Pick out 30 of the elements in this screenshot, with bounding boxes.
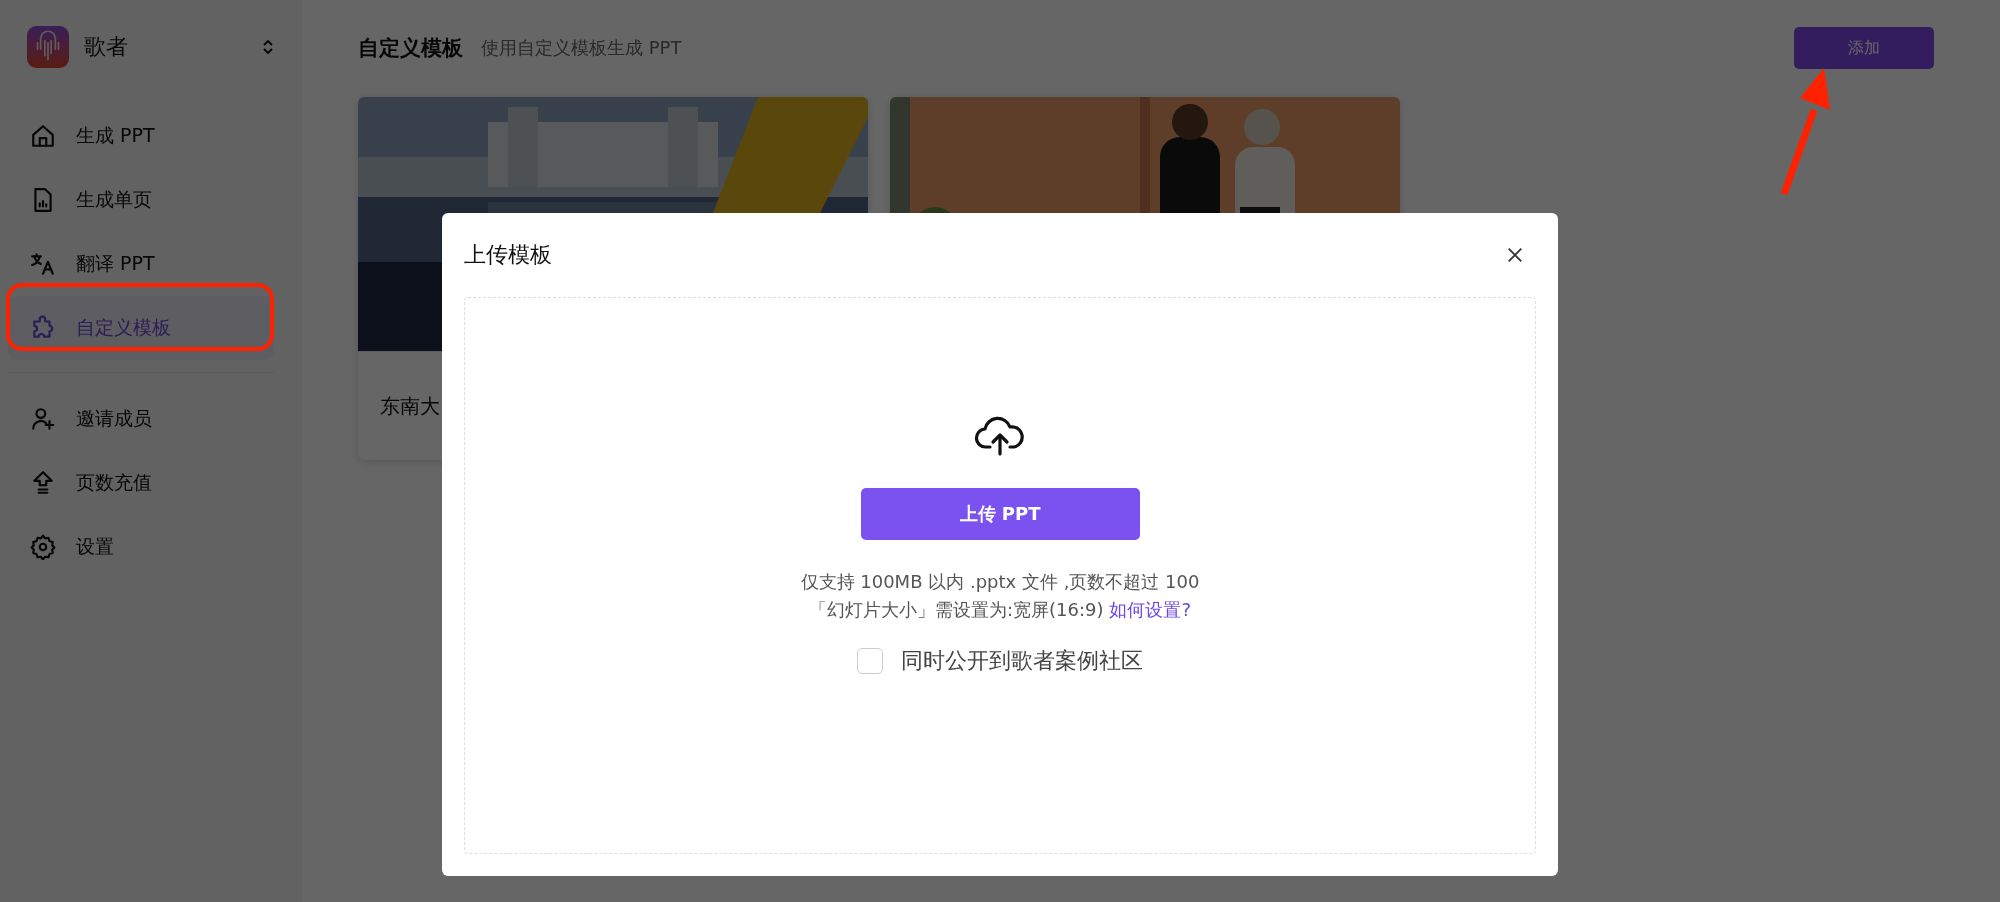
home-icon	[30, 123, 56, 149]
limit-note: 仅支持 100MB 以内 .pptx 文件 ,页数不超过 100	[800, 570, 1200, 594]
workspace-name: 歌者	[84, 33, 129, 61]
page-title: 自定义模板	[358, 35, 463, 62]
settings-icon	[30, 534, 56, 560]
close-icon[interactable]	[1506, 246, 1524, 264]
chevron-updown-icon[interactable]	[262, 38, 274, 56]
nav-item[interactable]: 翻译 PPT	[8, 232, 274, 296]
cloud-upload-icon	[974, 416, 1026, 456]
nav-item[interactable]: 生成 PPT	[8, 104, 274, 168]
nav-item[interactable]: 设置	[8, 515, 274, 579]
checkbox[interactable]	[857, 648, 883, 674]
dialog-title: 上传模板	[464, 241, 552, 269]
nav-item[interactable]: 生成单页	[8, 168, 274, 232]
page-subtitle: 使用自定义模板生成 PPT	[481, 36, 683, 60]
checkbox-label: 同时公开到歌者案例社区	[901, 647, 1143, 675]
nav-item[interactable]: 页数充值	[8, 451, 274, 515]
upload-arrow-icon	[30, 470, 56, 496]
nav-item[interactable]: 自定义模板	[8, 296, 274, 360]
drop-zone[interactable]: 上传 PPT 仅支持 100MB 以内 .pptx 文件 ,页数不超过 100 「幻灯片大小」需设置为:宽屏(16:9) 如何设置? 同时公开到歌者案例社区	[464, 297, 1536, 854]
add-user-icon	[30, 406, 56, 432]
puzzle-icon	[30, 315, 56, 341]
translate-icon	[30, 251, 56, 277]
help-link[interactable]: 如何设置?	[1109, 598, 1192, 622]
upload-button[interactable]: 上传 PPT	[860, 488, 1140, 540]
size-note: 「幻灯片大小」需设置为:宽屏(16:9)	[808, 598, 1104, 622]
template-name: 东南大	[380, 392, 440, 420]
app-logo-icon	[27, 26, 69, 68]
nav-item[interactable]: 邀请成员	[8, 387, 274, 451]
add-button[interactable]: 添加	[1794, 27, 1934, 69]
